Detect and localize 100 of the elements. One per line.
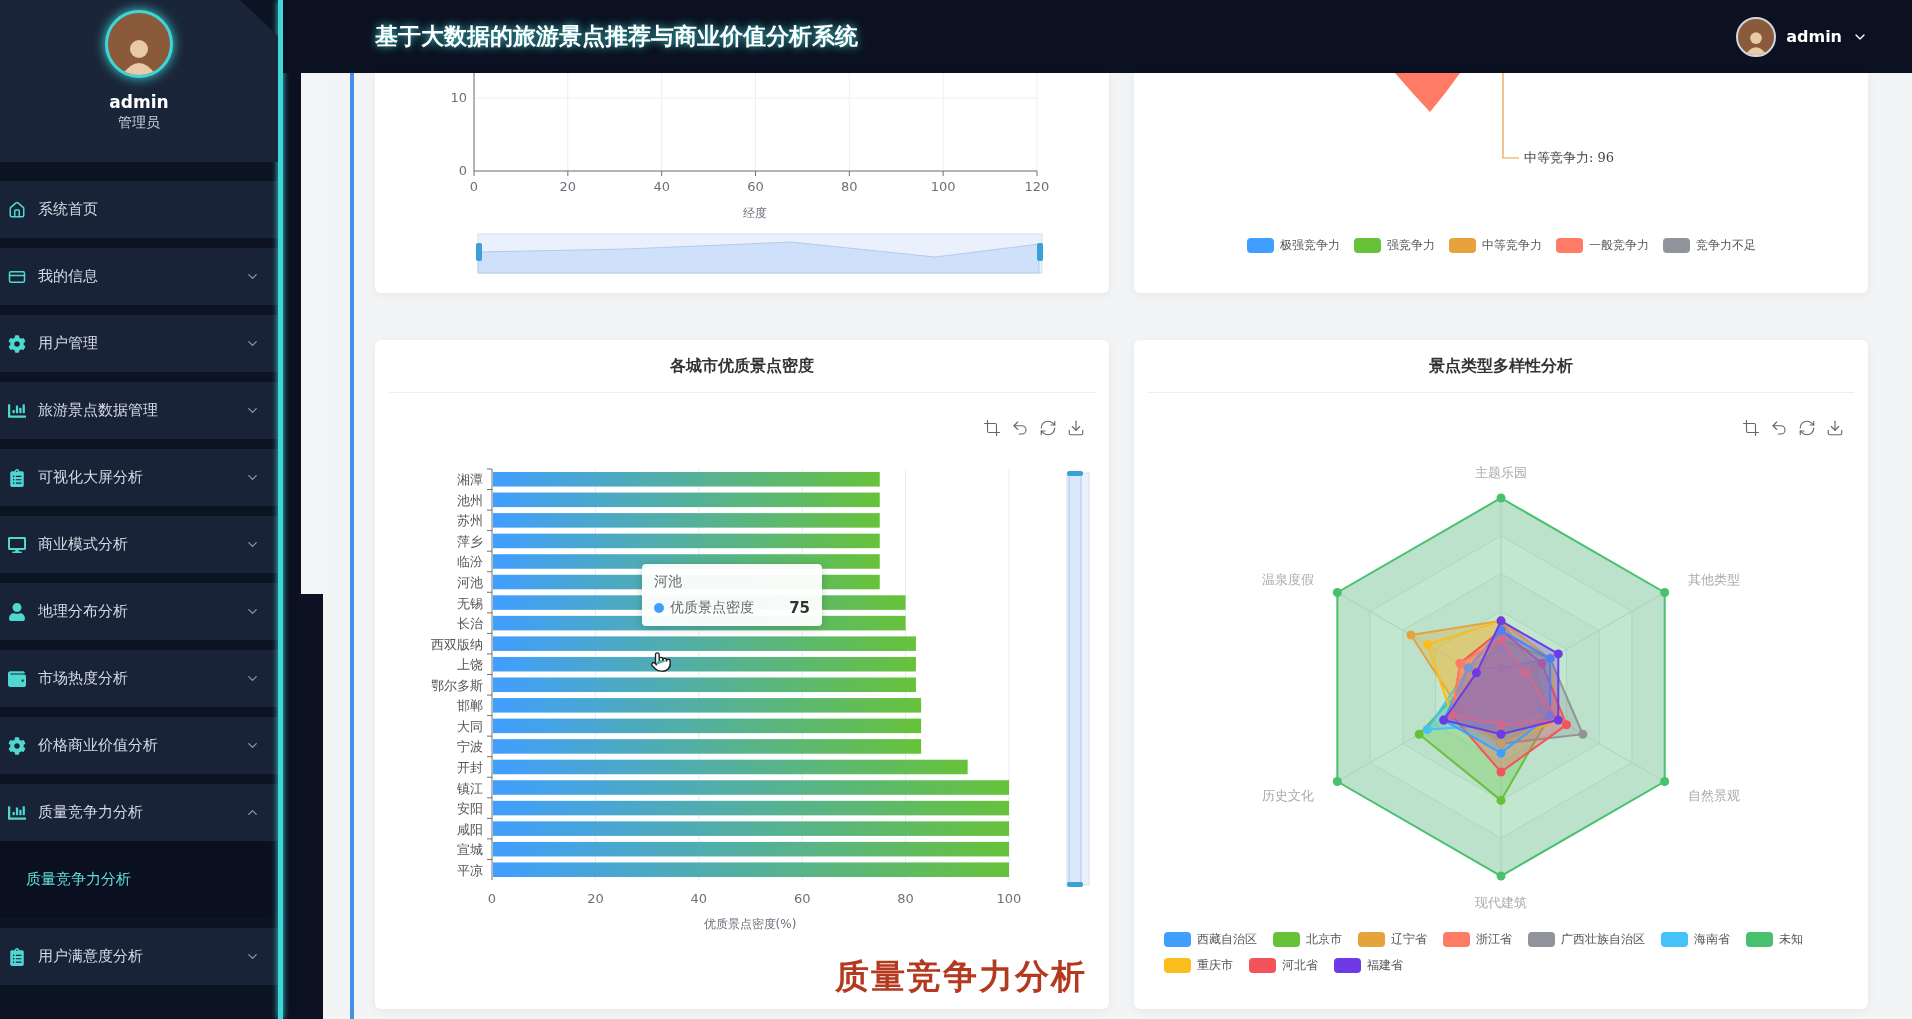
menu-item[interactable]: 商业模式分析: [0, 516, 278, 573]
pie-slice[interactable]: [1395, 73, 1460, 112]
bar[interactable]: [493, 472, 880, 487]
zoom-slider[interactable]: [1066, 471, 1090, 887]
chart-title: 各城市优质景点密度: [389, 340, 1095, 393]
category-label: 西双版纳: [431, 636, 483, 652]
category-label: 宁波: [457, 739, 483, 755]
clipboard-icon: [8, 468, 26, 487]
app-title: 基于大数据的旅游景点推荐与商业价值分析系统: [375, 22, 859, 51]
bar[interactable]: [493, 513, 880, 528]
refresh-button[interactable]: [1798, 419, 1816, 437]
chart-title: 景点类型多样性分析: [1148, 340, 1854, 393]
bar[interactable]: [493, 739, 922, 754]
menu-item[interactable]: 系统首页: [0, 181, 278, 238]
legend-label: 北京市: [1306, 931, 1342, 948]
tooltip-title: 河池: [654, 573, 683, 591]
bar[interactable]: [493, 800, 1009, 816]
menu-item[interactable]: 用户满意度分析: [0, 928, 278, 985]
menu-label: 用户管理: [38, 334, 99, 353]
legend-item[interactable]: 重庆市: [1164, 957, 1233, 974]
bar[interactable]: [493, 862, 1009, 877]
zoom-select-button[interactable]: [1742, 419, 1760, 437]
axis-tick-label: 40: [690, 891, 708, 906]
legend-item[interactable]: 中等竞争力: [1448, 237, 1542, 254]
legend-item[interactable]: 强竞争力: [1353, 237, 1435, 254]
menu-item[interactable]: 价格商业价值分析: [0, 717, 278, 774]
legend-item[interactable]: 浙江省: [1443, 931, 1512, 948]
legend-item[interactable]: 辽宁省: [1358, 931, 1427, 948]
legend-item[interactable]: 竞争力不足: [1662, 237, 1756, 254]
axis-tick-label: 80: [897, 891, 914, 906]
legend-item[interactable]: 极强竞争力: [1246, 237, 1340, 254]
user-name: admin: [109, 92, 169, 112]
settings-icon: [8, 334, 26, 353]
category-label: 萍乡: [457, 533, 483, 549]
axis-label: 现代建筑: [1475, 895, 1527, 911]
download-button[interactable]: [1826, 419, 1844, 437]
bar[interactable]: [493, 656, 916, 672]
menu-item[interactable]: 我的信息: [0, 248, 278, 305]
legend-item[interactable]: 西藏自治区: [1164, 931, 1257, 948]
category-label: 上饶: [457, 657, 483, 673]
legend-label: 辽宁省: [1391, 931, 1427, 948]
bar[interactable]: [493, 841, 1009, 857]
category-label: 咸阳: [457, 821, 483, 837]
bar[interactable]: [493, 698, 922, 713]
menu-label: 价格商业价值分析: [38, 736, 159, 755]
legend-item[interactable]: 广西壮族自治区: [1528, 931, 1645, 948]
legend-item[interactable]: 一般竞争力: [1555, 237, 1649, 254]
axis-label: 主题乐园: [1475, 464, 1527, 480]
bar[interactable]: [493, 492, 880, 508]
axis-tick-label: 40: [653, 179, 670, 194]
legend-item[interactable]: 未知: [1746, 931, 1803, 948]
axis-tick-label: 60: [793, 891, 811, 906]
submenu-item[interactable]: 质量竞争力分析: [26, 870, 131, 889]
bar[interactable]: [493, 533, 880, 549]
bar-chart-icon: [8, 401, 26, 420]
legend-item[interactable]: 海南省: [1661, 931, 1730, 948]
legend-label: 广西壮族自治区: [1561, 931, 1645, 948]
axis-tick-label: 20: [587, 891, 604, 906]
bar[interactable]: [493, 677, 916, 693]
menu-label: 地理分布分析: [38, 602, 129, 621]
refresh-button[interactable]: [1039, 419, 1057, 437]
undo-button[interactable]: [1011, 419, 1029, 437]
axis-tick-label: 120: [1024, 179, 1050, 194]
bar[interactable]: [493, 636, 916, 651]
bar[interactable]: [493, 759, 968, 775]
category-label: 临汾: [457, 554, 483, 570]
bar[interactable]: [493, 821, 1009, 836]
menu-item[interactable]: 用户管理: [0, 315, 278, 372]
legend-item[interactable]: 福建省: [1334, 957, 1403, 974]
tooltip-label: 优质景点密度: [670, 599, 755, 617]
user-menu[interactable]: admin: [1736, 16, 1868, 57]
undo-button[interactable]: [1770, 419, 1788, 437]
menu-label: 质量竞争力分析: [38, 803, 144, 822]
legend-label: 极强竞争力: [1279, 237, 1340, 254]
menu-item[interactable]: 市场热度分析: [0, 650, 278, 707]
legend-label: 强竞争力: [1386, 237, 1435, 254]
axis-tick-label: 0: [487, 891, 497, 906]
avatar[interactable]: [1736, 16, 1777, 57]
category-label: 镇江: [457, 780, 483, 796]
zoom-select-button[interactable]: [983, 419, 1001, 437]
menu-item[interactable]: 地理分布分析: [0, 583, 278, 640]
axis-tick-label: 0: [458, 163, 467, 178]
legend-item[interactable]: 北京市: [1273, 931, 1342, 948]
axis-label: 温泉度假: [1262, 572, 1315, 588]
axis-tick-label: 100: [996, 891, 1022, 906]
menu-item[interactable]: 旅游景点数据管理: [0, 382, 278, 439]
zoom-slider[interactable]: [476, 233, 1043, 274]
menu-label: 我的信息: [38, 267, 99, 286]
menu-item[interactable]: 质量竞争力分析: [0, 784, 278, 841]
bar[interactable]: [493, 780, 1009, 795]
series-dot: [654, 603, 664, 613]
bar[interactable]: [493, 718, 922, 734]
axis-title: 经度: [743, 206, 767, 220]
legend-label: 河北省: [1282, 957, 1318, 974]
legend-item[interactable]: 河北省: [1249, 957, 1318, 974]
menu-label: 可视化大屏分析: [38, 468, 144, 487]
menu-item[interactable]: 可视化大屏分析: [0, 449, 278, 506]
download-button[interactable]: [1067, 419, 1085, 437]
legend-label: 竞争力不足: [1695, 237, 1756, 254]
category-label: 湘潭: [457, 472, 483, 488]
